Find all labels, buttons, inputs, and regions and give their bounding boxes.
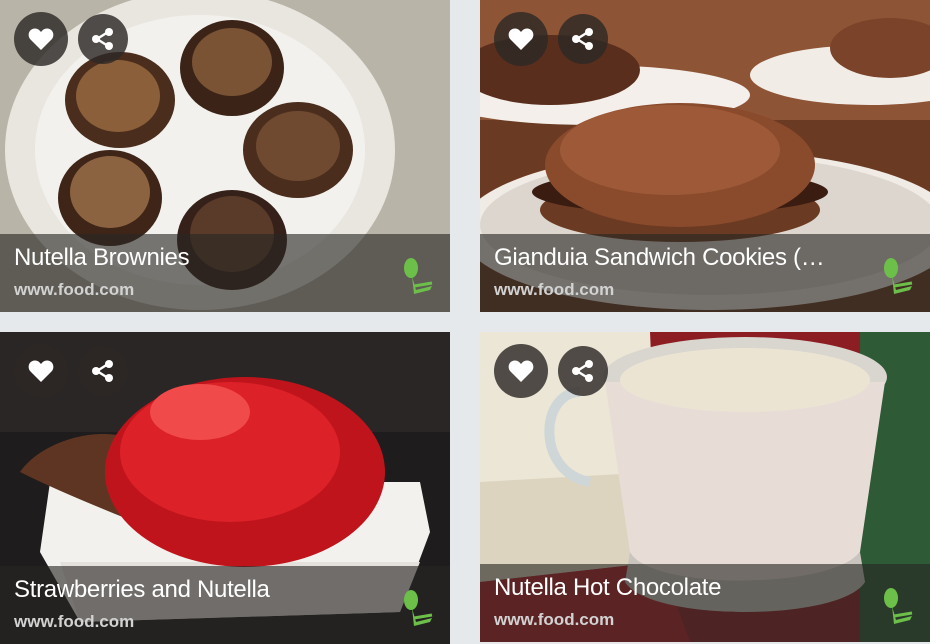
- recipe-title[interactable]: Nutella Hot Chocolate: [494, 574, 840, 602]
- share-button[interactable]: [78, 346, 128, 396]
- chef-hat-logo-icon: [884, 258, 913, 294]
- recipe-caption: Nutella Hot Chocolate www.food.com: [480, 564, 930, 642]
- recipe-card[interactable]: Nutella Hot Chocolate www.food.com: [480, 332, 930, 642]
- heart-icon: [28, 360, 54, 382]
- like-button[interactable]: [14, 344, 68, 398]
- recipe-source[interactable]: www.food.com: [14, 280, 134, 300]
- recipe-source[interactable]: www.food.com: [14, 612, 134, 632]
- like-button[interactable]: [494, 12, 548, 66]
- chef-hat-logo-icon: [884, 588, 913, 624]
- share-icon: [572, 360, 593, 382]
- recipe-caption: Strawberries and Nutella www.food.com: [0, 566, 450, 644]
- heart-icon: [508, 360, 534, 382]
- heart-icon: [508, 28, 534, 50]
- recipe-title[interactable]: Strawberries and Nutella: [14, 576, 360, 604]
- recipe-card[interactable]: Strawberries and Nutella www.food.com: [0, 332, 450, 644]
- recipe-card[interactable]: Gianduia Sandwich Cookies (Ch… www.food.…: [480, 0, 930, 312]
- recipe-card[interactable]: Nutella Brownies www.food.com: [0, 0, 450, 312]
- recipe-caption: Gianduia Sandwich Cookies (Ch… www.food.…: [480, 234, 930, 312]
- share-icon: [92, 28, 113, 50]
- share-button[interactable]: [558, 346, 608, 396]
- like-button[interactable]: [14, 12, 68, 66]
- share-button[interactable]: [78, 14, 128, 64]
- recipe-caption: Nutella Brownies www.food.com: [0, 234, 450, 312]
- chef-hat-logo-icon: [404, 590, 433, 626]
- share-icon: [92, 360, 113, 382]
- recipe-title[interactable]: Nutella Brownies: [14, 244, 360, 272]
- chef-hat-logo-icon: [404, 258, 433, 294]
- recipe-title[interactable]: Gianduia Sandwich Cookies (Ch…: [494, 244, 840, 272]
- recipe-source[interactable]: www.food.com: [494, 610, 614, 630]
- heart-icon: [28, 28, 54, 50]
- share-icon: [572, 28, 593, 50]
- like-button[interactable]: [494, 344, 548, 398]
- share-button[interactable]: [558, 14, 608, 64]
- recipe-source[interactable]: www.food.com: [494, 280, 614, 300]
